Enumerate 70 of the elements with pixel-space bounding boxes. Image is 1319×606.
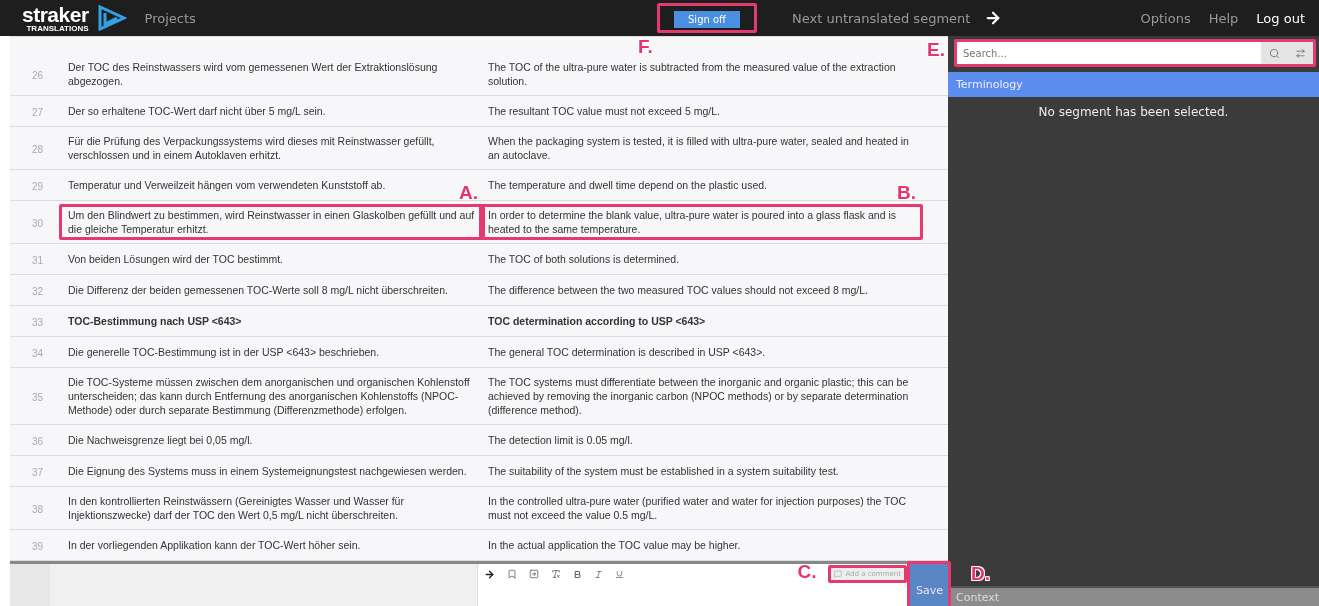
segment-number: 35 (31, 391, 45, 405)
segment-number: 38 (31, 503, 45, 517)
callout-label: E. (927, 40, 945, 59)
swap-button[interactable] (1287, 42, 1313, 64)
search-button[interactable] (1261, 42, 1287, 64)
arrow-right-icon[interactable] (484, 568, 495, 580)
callout-label: A. (459, 183, 478, 202)
source-text: Temperatur und Verweilzeit hängen vom verwendeten Kunststoff ab. (67, 178, 387, 193)
callout-label: C. (797, 562, 817, 581)
target-text[interactable]: In the controlled ultra-pure water (purified water and water for injection purposes) the TOC must not exceed the value 0.5 mg/L. (482, 493, 920, 523)
next-segment-link[interactable]: Next untranslated segment (792, 9, 1003, 27)
source-text: Der TOC des Reinstwassers wird vom gemessenen Wert der Extraktionslösung abgezogen. (67, 60, 439, 89)
projects-link[interactable]: Projects (144, 10, 196, 26)
source-text: TOC-Bestimmung nach USP <643> (67, 314, 243, 329)
target-text[interactable]: The suitability of the system must be established in a system suitability test. (482, 463, 845, 479)
bold-icon[interactable] (573, 569, 582, 579)
segment-number: 32 (31, 285, 45, 299)
menu-link[interactable]: Help (1208, 10, 1239, 26)
source-text: In der vorliegenden Applikation kann der TOC-Wert höher sein. (67, 538, 362, 553)
segment-number: 33 (31, 316, 45, 330)
source-text: Für die Prüfung des Verpackungssystems wird dieses mit Reinstwasser gefüllt, verschlossen und in einem Autoklaven erhitzt. (67, 134, 436, 163)
menu-link[interactable]: Options (1140, 10, 1191, 26)
source-text: Die generelle TOC-Bestimmung ist in der USP <643> beschrieben. (67, 345, 381, 360)
target-text[interactable]: The detection limit is 0.05 mg/l. (482, 432, 639, 448)
segment-number: 39 (31, 540, 45, 554)
logo-icon (96, 5, 127, 31)
target-text[interactable]: The TOC of the ultra-pure water is subtracted from the measured value of the extraction solution. (482, 59, 920, 89)
segment-number: 36 (31, 435, 45, 449)
source-text: Die Eignung des Systems muss in einem Systemeignungstest nachgewiesen werden. (67, 464, 468, 479)
segment-number: 27 (31, 106, 45, 120)
target-text[interactable]: The TOC of both solutions is determined. (482, 251, 686, 267)
bookmark-icon[interactable] (507, 569, 517, 579)
source-text: In den kontrollierten Reinstwässern (Gereinigtes Wasser und Wasser für Injektionszwecke) darf der TOC den Wert 0,5 mg/L nicht überschreiten. (67, 494, 405, 523)
source-text: Um den Blindwert zu bestimmen, wird Reinstwasser in einen Glaskolben gefüllt und auf die gleiche Temperatur erhitzt. (67, 208, 476, 237)
source-text: Der so erhaltene TOC-Wert darf nicht über 5 mg/L sein. (67, 104, 327, 119)
underline-icon[interactable] (615, 569, 624, 579)
target-text[interactable]: The resultant TOC value must not exceed 5 mg/L. (482, 103, 726, 119)
empty-message: No segment has been selected. (1037, 104, 1230, 121)
search-icon (1268, 47, 1280, 59)
segment-number: 34 (31, 347, 45, 361)
swap-icon (1294, 47, 1306, 59)
segment-number: 26 (31, 69, 45, 83)
source-text: Die Nachweisgrenze liegt bei 0,05 mg/l. (67, 433, 254, 448)
segment-number: 37 (31, 466, 45, 480)
callout-label: D. (971, 564, 990, 583)
source-text: Die Differenz der beiden gemessenen TOC-Werte soll 8 mg/L nicht überschreiten. (67, 283, 449, 298)
insert-icon[interactable] (529, 569, 539, 579)
target-text[interactable]: The general TOC determination is described in USP <643>. (482, 344, 772, 360)
segment-number: 28 (31, 143, 45, 157)
italic-icon[interactable] (594, 569, 603, 579)
clear-format-icon[interactable] (551, 569, 561, 579)
target-text[interactable]: In the actual application the TOC value may be higher. (482, 537, 747, 553)
logo-tagline: TRANSLATIONS (26, 24, 89, 33)
logo-wordmark: straker (22, 3, 89, 25)
target-text[interactable]: In order to determine the blank value, ultra-pure water is poured into a glass flask and is heated to the same temperature. (482, 207, 920, 237)
source-text: Von beiden Lösungen wird der TOC bestimmt. (67, 252, 284, 267)
callout-label: B. (897, 183, 916, 202)
source-text: Die TOC-Systeme müssen zwischen dem anorganischen und organischen Kohlenstoff unterscheiden; das kann durch Entfernung des anorganischen Kohlenstoffs (NPOC-Methode) oder durch separate Bestimmung (Differenzmethode) erfolgen. (67, 375, 471, 418)
segment-number: 31 (31, 254, 45, 268)
segment-number: 29 (31, 180, 45, 194)
target-text[interactable]: When the packaging system is tested, it is filled with ultra-pure water, sealed and heated in an autoclave. (482, 133, 920, 163)
target-text[interactable]: The TOC systems must differentiate between the inorganic and organic plastic; this can be achieved by removing the inorganic carbon (NPOC methods) or by separate determination (difference method). (482, 374, 920, 418)
editor-gutter (10, 564, 50, 606)
menu-link[interactable]: Log out (1256, 10, 1305, 26)
target-text[interactable]: TOC determination according to USP <643> (482, 313, 712, 329)
target-text[interactable]: The temperature and dwell time depend on the plastic used. (482, 177, 773, 193)
callout-label: F. (638, 37, 653, 56)
segment-number: 30 (31, 217, 45, 231)
comment-icon (834, 570, 843, 578)
target-text[interactable]: The difference between the two measured TOC values should not exceed 8 mg/L. (482, 282, 874, 298)
